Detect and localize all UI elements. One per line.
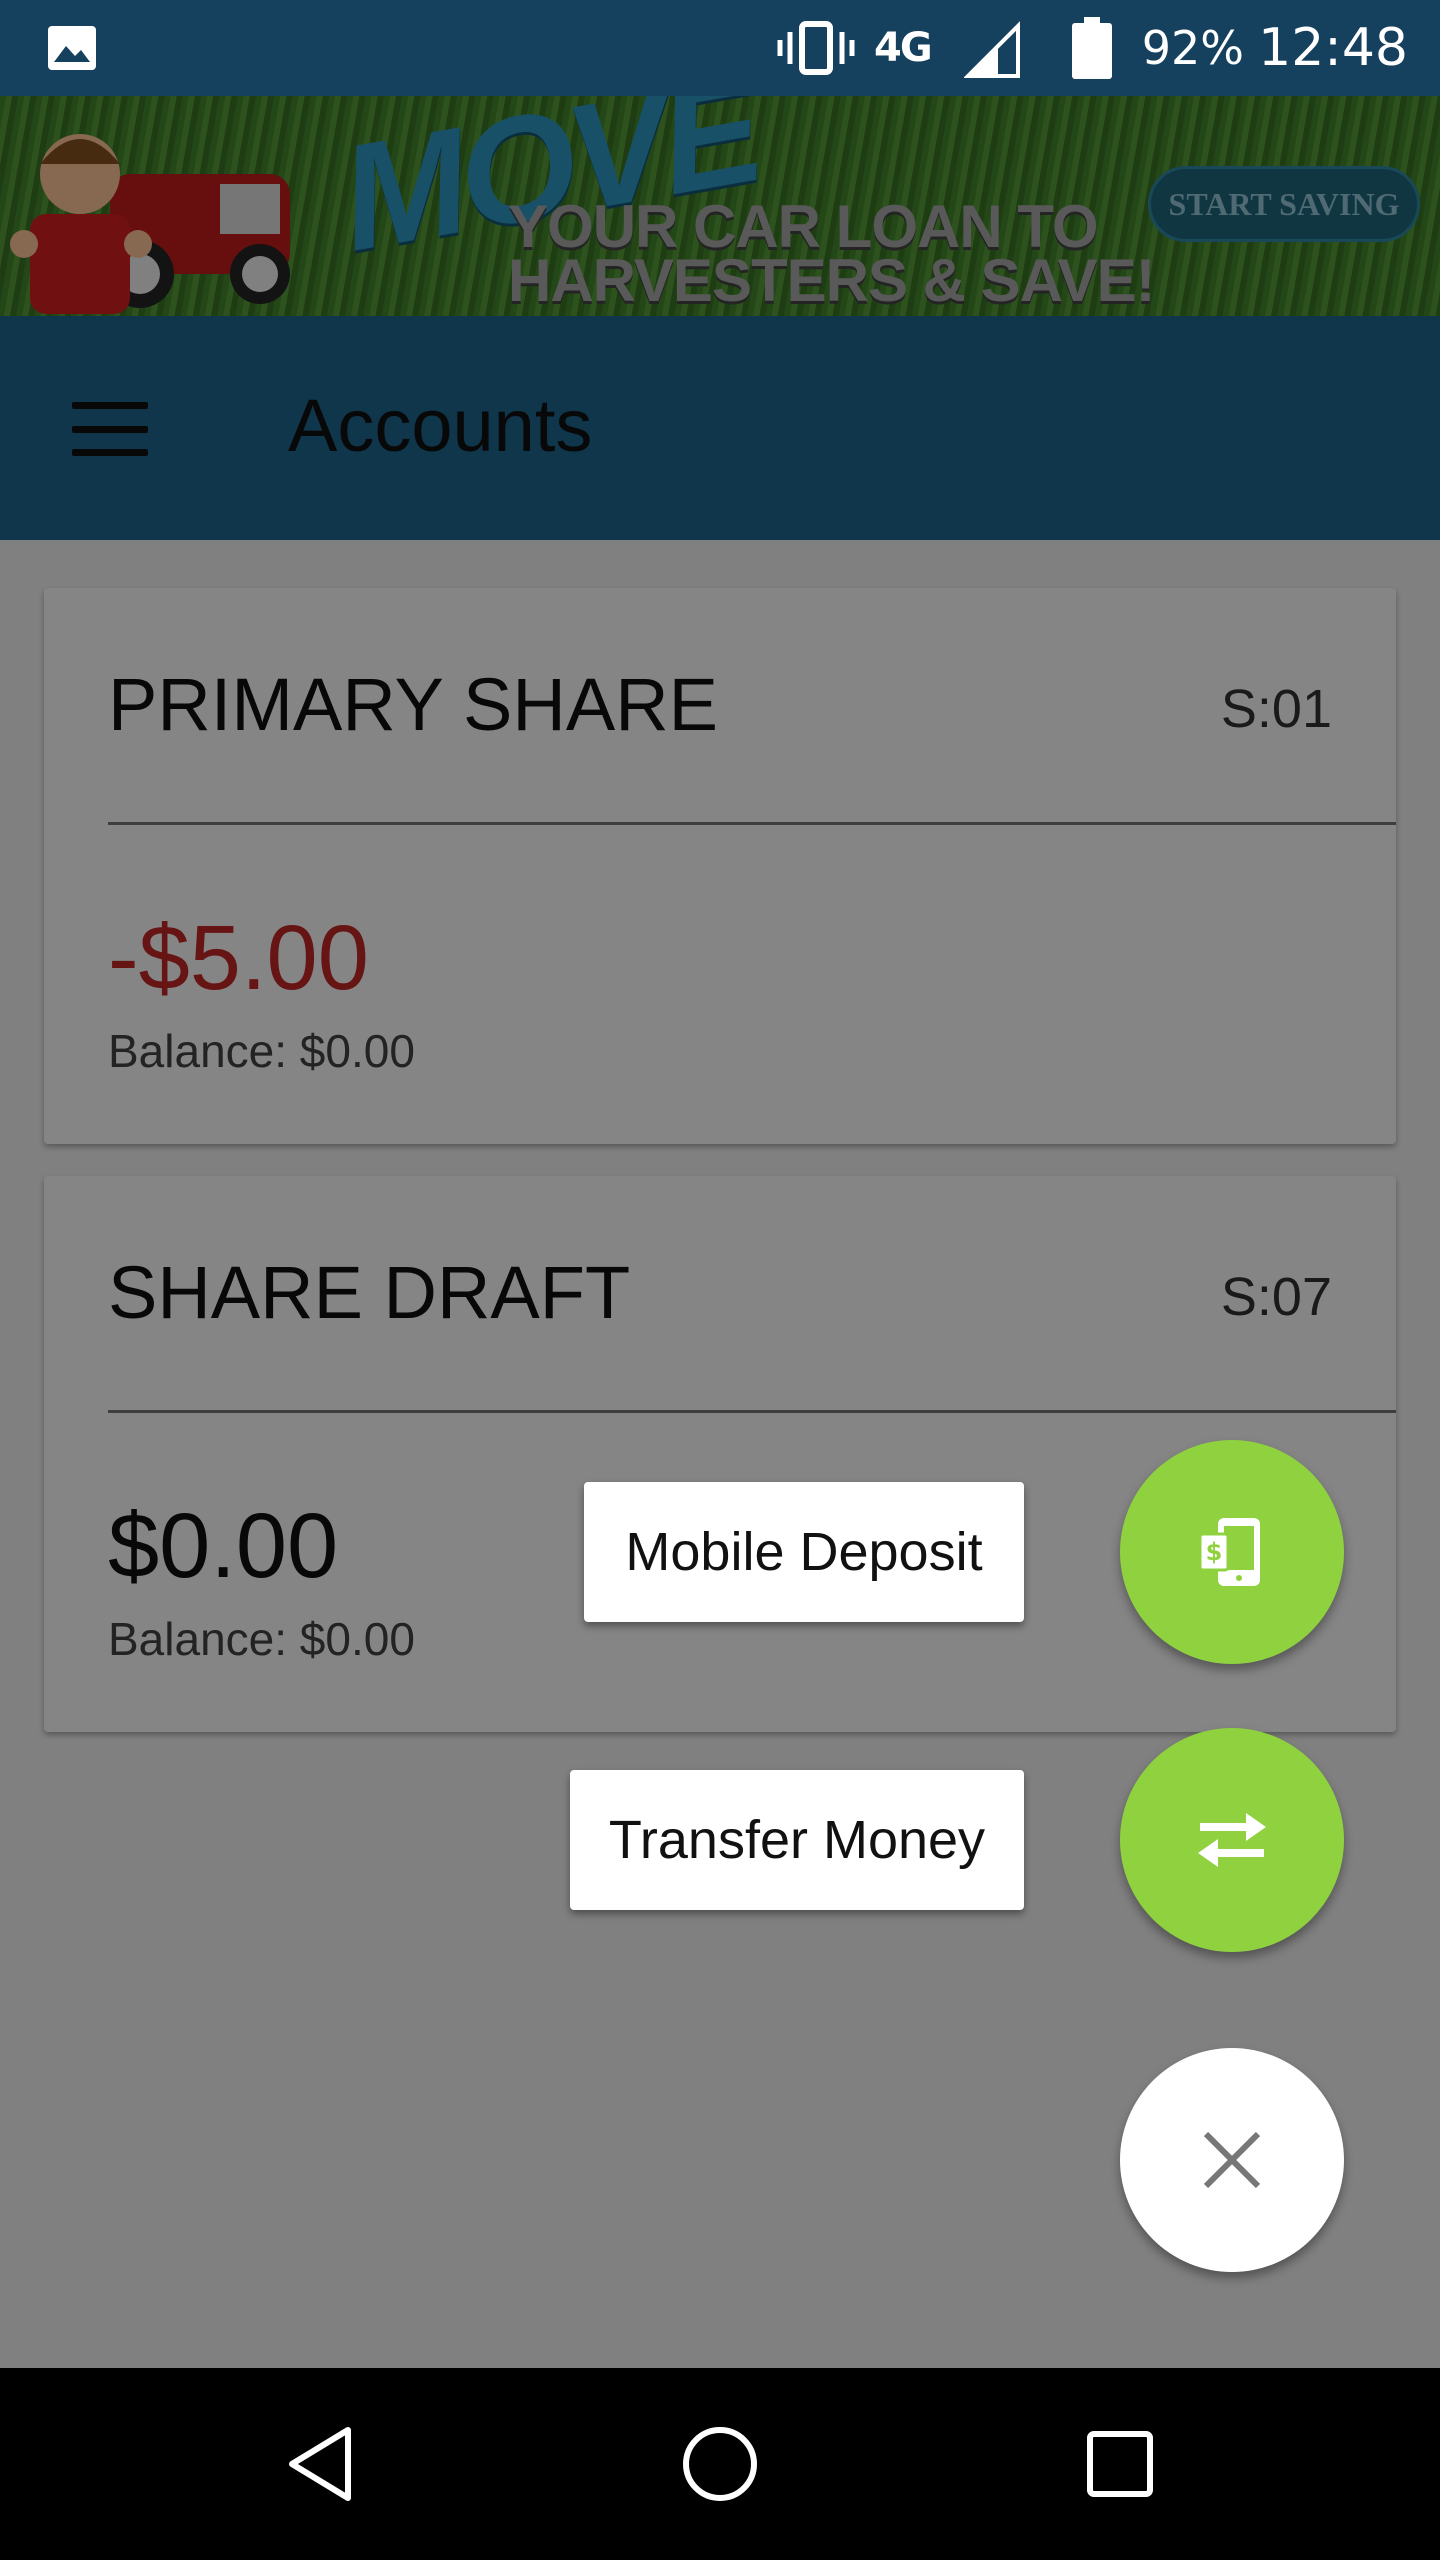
vibrate-icon: [776, 0, 856, 96]
mobile-deposit-icon: $: [1198, 1518, 1260, 1586]
back-icon[interactable]: [262, 2404, 382, 2524]
image-icon: [46, 0, 98, 96]
svg-text:$: $: [1206, 1538, 1223, 1566]
status-bar: 4G 92% 12:48: [0, 0, 1440, 96]
home-icon[interactable]: [660, 2404, 780, 2524]
mobile-deposit-button[interactable]: $: [1120, 1440, 1344, 1664]
close-fab-menu-button[interactable]: [1120, 2048, 1344, 2272]
close-icon: [1203, 2131, 1261, 2189]
clock: 12:48: [1258, 18, 1408, 78]
transfer-arrows-icon: [1198, 1813, 1266, 1867]
battery-percent: 92%: [1141, 21, 1244, 75]
recents-icon[interactable]: [1060, 2404, 1180, 2524]
ad-banner-dim: [0, 96, 1440, 316]
network-type: 4G: [874, 25, 933, 71]
battery-icon: [1070, 0, 1114, 96]
transfer-money-button[interactable]: [1120, 1728, 1344, 1952]
transfer-money-label[interactable]: Transfer Money: [570, 1770, 1024, 1910]
ad-banner[interactable]: MOVE YOUR CAR LOAN TO HARVESTERS & SAVE!…: [0, 96, 1440, 316]
system-nav-bar: [0, 2368, 1440, 2560]
mobile-deposit-label[interactable]: Mobile Deposit: [584, 1482, 1024, 1622]
signal-icon: [964, 0, 1022, 96]
